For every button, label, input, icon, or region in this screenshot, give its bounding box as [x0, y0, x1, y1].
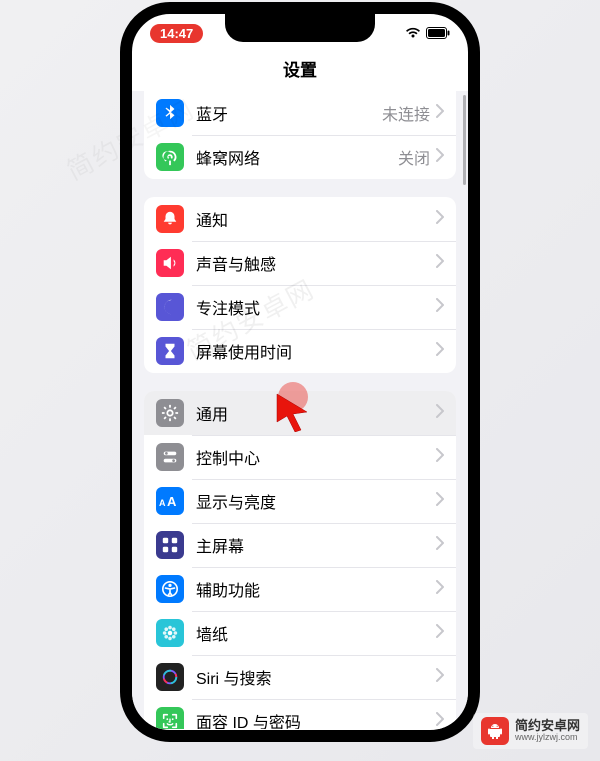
- switches-icon: [156, 443, 184, 471]
- bell-icon: [156, 205, 184, 233]
- chevron-right-icon: [436, 668, 444, 687]
- watermark-logo: 简约安卓网 www.jylzwj.com: [473, 713, 588, 749]
- settings-group: 通知声音与触感专注模式屏幕使用时间: [144, 197, 456, 373]
- row-value: 关闭: [398, 145, 430, 169]
- aa-icon: AA: [156, 487, 184, 515]
- settings-row-siri[interactable]: Siri 与搜索: [144, 655, 456, 699]
- row-label: 通用: [196, 401, 436, 425]
- settings-row-gear[interactable]: 通用: [144, 391, 456, 435]
- settings-content: 蓝牙未连接蜂窝网络关闭通知声音与触感专注模式屏幕使用时间通用控制中心AA显示与亮…: [132, 91, 468, 729]
- svg-text:A: A: [159, 498, 166, 508]
- row-label: 通知: [196, 207, 436, 231]
- chevron-right-icon: [436, 536, 444, 555]
- chevron-right-icon: [436, 492, 444, 511]
- chevron-right-icon: [436, 148, 444, 167]
- chevron-right-icon: [436, 210, 444, 229]
- settings-row-bell[interactable]: 通知: [144, 197, 456, 241]
- row-label: 面容 ID 与密码: [196, 709, 436, 729]
- row-label: 墙纸: [196, 621, 436, 645]
- settings-row-antenna[interactable]: 蜂窝网络关闭: [144, 135, 456, 179]
- settings-row-grid[interactable]: 主屏幕: [144, 523, 456, 567]
- row-value: 未连接: [382, 101, 430, 125]
- row-label: 控制中心: [196, 445, 436, 469]
- settings-row-aa[interactable]: AA 显示与亮度: [144, 479, 456, 523]
- settings-group: 通用控制中心AA显示与亮度主屏幕辅助功能墙纸Siri 与搜索面容 ID 与密码S…: [144, 391, 456, 729]
- sound-icon: [156, 249, 184, 277]
- settings-group: 蓝牙未连接蜂窝网络关闭: [144, 91, 456, 179]
- chevron-right-icon: [436, 342, 444, 361]
- settings-row-access[interactable]: 辅助功能: [144, 567, 456, 611]
- chevron-right-icon: [436, 448, 444, 467]
- moon-icon: [156, 293, 184, 321]
- gear-icon: [156, 399, 184, 427]
- page-title: 设置: [132, 52, 468, 91]
- row-label: 声音与触感: [196, 251, 436, 275]
- battery-icon: [426, 27, 450, 39]
- settings-row-bluetooth[interactable]: 蓝牙未连接: [144, 91, 456, 135]
- access-icon: [156, 575, 184, 603]
- watermark-text-cn: 简约安卓网: [515, 719, 580, 733]
- phone-frame: 14:47 设置 蓝牙未连接蜂窝网络关闭通知声音与触感专注模式屏幕使用时间通用控…: [120, 2, 480, 742]
- scrollbar[interactable]: [463, 95, 466, 185]
- row-label: 专注模式: [196, 295, 436, 319]
- row-label: 显示与亮度: [196, 489, 436, 513]
- watermark-text-en: www.jylzwj.com: [515, 733, 580, 743]
- chevron-right-icon: [436, 254, 444, 273]
- row-label: 蓝牙: [196, 101, 382, 125]
- flower-icon: [156, 619, 184, 647]
- android-icon: [481, 717, 509, 745]
- chevron-right-icon: [436, 712, 444, 730]
- chevron-right-icon: [436, 624, 444, 643]
- settings-row-switches[interactable]: 控制中心: [144, 435, 456, 479]
- hourglass-icon: [156, 337, 184, 365]
- chevron-right-icon: [436, 404, 444, 423]
- row-label: 屏幕使用时间: [196, 339, 436, 363]
- antenna-icon: [156, 143, 184, 171]
- status-time: 14:47: [150, 24, 203, 43]
- grid-icon: [156, 531, 184, 559]
- chevron-right-icon: [436, 104, 444, 123]
- settings-row-moon[interactable]: 专注模式: [144, 285, 456, 329]
- row-label: 辅助功能: [196, 577, 436, 601]
- settings-row-sound[interactable]: 声音与触感: [144, 241, 456, 285]
- settings-row-hourglass[interactable]: 屏幕使用时间: [144, 329, 456, 373]
- chevron-right-icon: [436, 580, 444, 599]
- faceid-icon: [156, 707, 184, 729]
- wifi-icon: [405, 27, 421, 39]
- row-label: 主屏幕: [196, 533, 436, 557]
- notch: [225, 14, 375, 42]
- siri-icon: [156, 663, 184, 691]
- settings-row-flower[interactable]: 墙纸: [144, 611, 456, 655]
- settings-row-faceid[interactable]: 面容 ID 与密码: [144, 699, 456, 729]
- row-label: Siri 与搜索: [196, 665, 436, 689]
- svg-text:A: A: [167, 494, 177, 508]
- bluetooth-icon: [156, 99, 184, 127]
- chevron-right-icon: [436, 298, 444, 317]
- row-label: 蜂窝网络: [196, 145, 398, 169]
